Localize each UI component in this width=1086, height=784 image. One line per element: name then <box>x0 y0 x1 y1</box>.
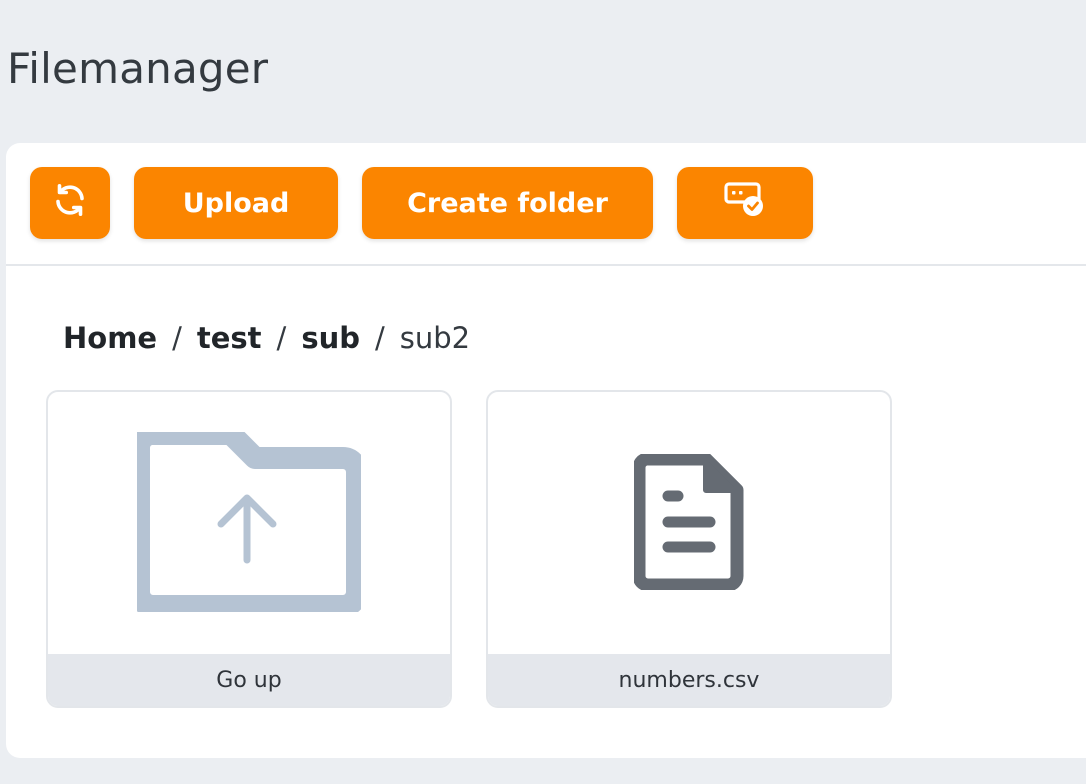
page-title: Filemanager <box>7 44 269 93</box>
breadcrumb-item-test[interactable]: test <box>197 321 262 355</box>
breadcrumb-item-home[interactable]: Home <box>63 321 157 355</box>
breadcrumb-item-sub[interactable]: sub <box>301 321 360 355</box>
go-up-tile[interactable]: Go up <box>46 390 452 708</box>
breadcrumb-separator: / <box>276 321 287 355</box>
file-manager-panel: Upload Create folder Home / test / sub /… <box>6 143 1086 758</box>
breadcrumb-separator: / <box>374 321 385 355</box>
breadcrumb-item-current: sub2 <box>399 321 471 355</box>
tile-icon-area <box>48 392 450 656</box>
refresh-icon <box>52 182 88 225</box>
breadcrumb: Home / test / sub / sub2 <box>63 321 470 355</box>
folder-up-icon <box>128 423 368 617</box>
select-mode-button[interactable] <box>677 167 813 239</box>
select-check-icon <box>723 180 767 227</box>
upload-button[interactable]: Upload <box>134 167 338 239</box>
breadcrumb-separator: / <box>172 321 182 355</box>
tile-label: numbers.csv <box>488 654 890 706</box>
tile-icon-area <box>488 392 890 656</box>
file-tile[interactable]: numbers.csv <box>486 390 892 708</box>
tile-label: Go up <box>48 654 450 706</box>
refresh-button[interactable] <box>30 167 110 239</box>
create-folder-button[interactable]: Create folder <box>362 167 653 239</box>
file-text-icon <box>632 452 744 594</box>
toolbar: Upload Create folder <box>6 143 1086 266</box>
